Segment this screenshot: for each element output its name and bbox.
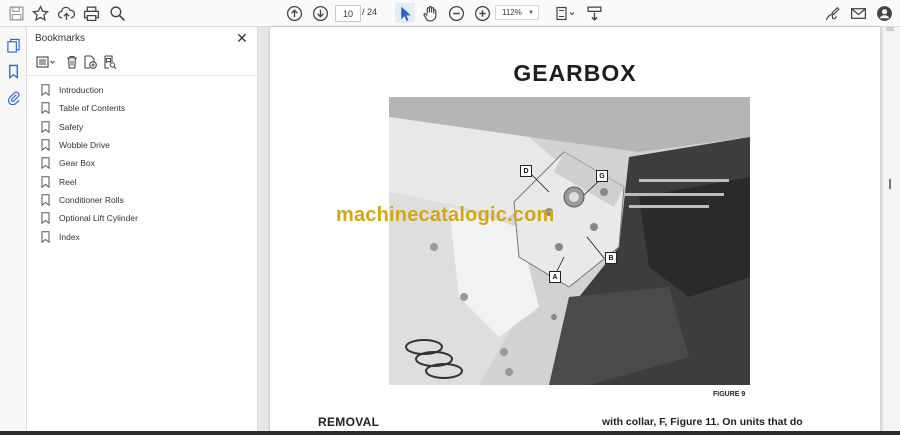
bookmark-icon: [41, 230, 50, 243]
zoom-search-icon[interactable]: [107, 3, 127, 23]
bookmark-item[interactable]: Conditioner Rolls: [41, 191, 251, 209]
bookmark-item[interactable]: Safety: [41, 118, 251, 136]
next-page-icon[interactable]: [310, 3, 330, 23]
vertical-scrollbar[interactable]: [882, 27, 900, 435]
bookmark-label: Wobble Drive: [59, 140, 110, 151]
bookmark-item[interactable]: Table of Contents: [41, 99, 251, 117]
callout-label: G: [596, 170, 608, 182]
panel-divider: [27, 75, 257, 76]
bookmark-item[interactable]: Index: [41, 227, 251, 245]
bottom-edge: [0, 431, 900, 435]
close-icon[interactable]: ✕: [235, 31, 249, 45]
callout-label: B: [605, 252, 617, 264]
chevron-down-icon: ▼: [528, 9, 534, 16]
figure-caption: FIGURE 9: [713, 391, 746, 398]
document-page: GEARBOX D G B A machinecatalogic.com FIG…: [270, 27, 880, 435]
callout-label: A: [549, 271, 561, 283]
bookmark-icon: [41, 175, 50, 188]
find-bookmark-icon[interactable]: [101, 54, 119, 70]
page-separator: /: [362, 7, 365, 17]
bookmark-label: Gear Box: [59, 158, 95, 169]
fit-page-icon[interactable]: [553, 3, 579, 23]
bookmark-item[interactable]: Wobble Drive: [41, 136, 251, 154]
hand-icon[interactable]: [420, 3, 440, 23]
bookmark-icon: [41, 157, 50, 170]
zoom-level-select[interactable]: 112% ▼: [495, 5, 539, 20]
bookmark-icon: [41, 194, 50, 206]
prev-page-icon[interactable]: [284, 3, 304, 23]
account-icon[interactable]: [874, 3, 894, 23]
sign-icon[interactable]: [822, 3, 842, 23]
options-menu-icon[interactable]: [35, 54, 57, 70]
bookmark-item[interactable]: Introduction: [41, 81, 251, 99]
bookmark-list: Introduction Table of Contents Safety Wo…: [41, 81, 251, 246]
page-heading: GEARBOX: [513, 60, 637, 86]
bookmark-item[interactable]: Reel: [41, 172, 251, 190]
bookmark-icon: [41, 120, 50, 133]
bookmark-icon: [41, 102, 50, 115]
bookmark-label: Index: [59, 231, 80, 242]
page-total: 24: [367, 7, 378, 17]
bookmark-icon[interactable]: [4, 62, 22, 80]
page-number-input[interactable]: 10: [335, 5, 361, 22]
add-bookmark-icon[interactable]: [81, 54, 99, 70]
bookmark-label: Introduction: [59, 85, 104, 96]
bookmark-item[interactable]: Gear Box: [41, 154, 251, 172]
print-icon[interactable]: [81, 3, 101, 23]
bookmark-icon: [41, 139, 50, 152]
navigation-rail: [0, 27, 27, 435]
scroll-thumb[interactable]: [889, 179, 891, 189]
bookmark-label: Table of Contents: [59, 103, 126, 114]
zoom-in-icon[interactable]: [472, 3, 492, 23]
section-heading: REMOVAL: [318, 415, 380, 429]
body-text: with collar, F, Figure 11. On units that…: [602, 416, 803, 428]
bookmark-label: Optional Lift Cylinder: [59, 213, 138, 224]
attachment-icon[interactable]: [4, 88, 22, 106]
callout-label: D: [520, 165, 532, 177]
scroll-top-marker: [886, 27, 894, 31]
save-icon[interactable]: [6, 3, 26, 23]
bookmark-icon: [41, 84, 50, 97]
zoom-out-icon[interactable]: [446, 3, 466, 23]
bookmark-label: Conditioner Rolls: [59, 194, 124, 205]
pages-icon[interactable]: [4, 36, 22, 54]
watermark-text: machinecatalogic.com: [336, 204, 555, 226]
bookmark-label: Reel: [59, 176, 77, 187]
select-cursor-icon[interactable]: [395, 3, 415, 23]
bookmarks-panel: Bookmarks ✕ Introduction Table of Conten…: [27, 27, 258, 435]
gearbox-photo: D G B A: [389, 97, 750, 385]
email-icon[interactable]: [848, 3, 868, 23]
star-icon[interactable]: [30, 3, 50, 23]
delete-icon[interactable]: [63, 54, 81, 70]
upload-cloud-icon[interactable]: [56, 3, 76, 23]
bookmark-icon: [41, 212, 50, 225]
main-toolbar: 10 / 24 112% ▼: [0, 0, 900, 27]
panel-title: Bookmarks: [35, 33, 86, 44]
zoom-level-value: 112%: [502, 8, 522, 17]
scroll-mode-icon[interactable]: [584, 3, 604, 23]
bookmark-label: Safety: [59, 121, 84, 132]
bookmark-item[interactable]: Optional Lift Cylinder: [41, 209, 251, 227]
